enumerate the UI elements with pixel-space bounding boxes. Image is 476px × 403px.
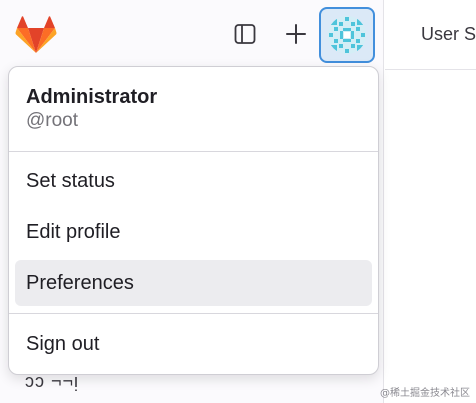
- preferences-item[interactable]: Preferences: [15, 260, 372, 306]
- sign-out-item[interactable]: Sign out: [15, 321, 372, 367]
- sidebar-toggle-button[interactable]: [229, 18, 261, 50]
- user-menu-button[interactable]: [319, 7, 375, 63]
- plus-icon: [286, 24, 306, 44]
- sidebar-header: [0, 0, 383, 70]
- set-status-item[interactable]: Set status: [15, 158, 372, 204]
- user-dropdown-menu: Administrator @root Set status Edit prof…: [8, 66, 379, 375]
- user-info[interactable]: Administrator @root: [26, 85, 157, 133]
- divider: [9, 313, 378, 314]
- user-name: Administrator: [26, 86, 158, 108]
- user-handle: @root: [26, 110, 79, 131]
- gitlab-logo-icon[interactable]: [15, 16, 57, 54]
- create-new-button[interactable]: [280, 18, 312, 50]
- top-header: User S: [385, 0, 476, 70]
- watermark: @稀土掘金技术社区: [380, 388, 470, 399]
- divider: [9, 151, 378, 152]
- user-avatar: [328, 16, 366, 54]
- edit-profile-item[interactable]: Edit profile: [15, 209, 372, 255]
- header-title: User S: [421, 24, 476, 44]
- sidebar-toggle-icon: [234, 24, 256, 44]
